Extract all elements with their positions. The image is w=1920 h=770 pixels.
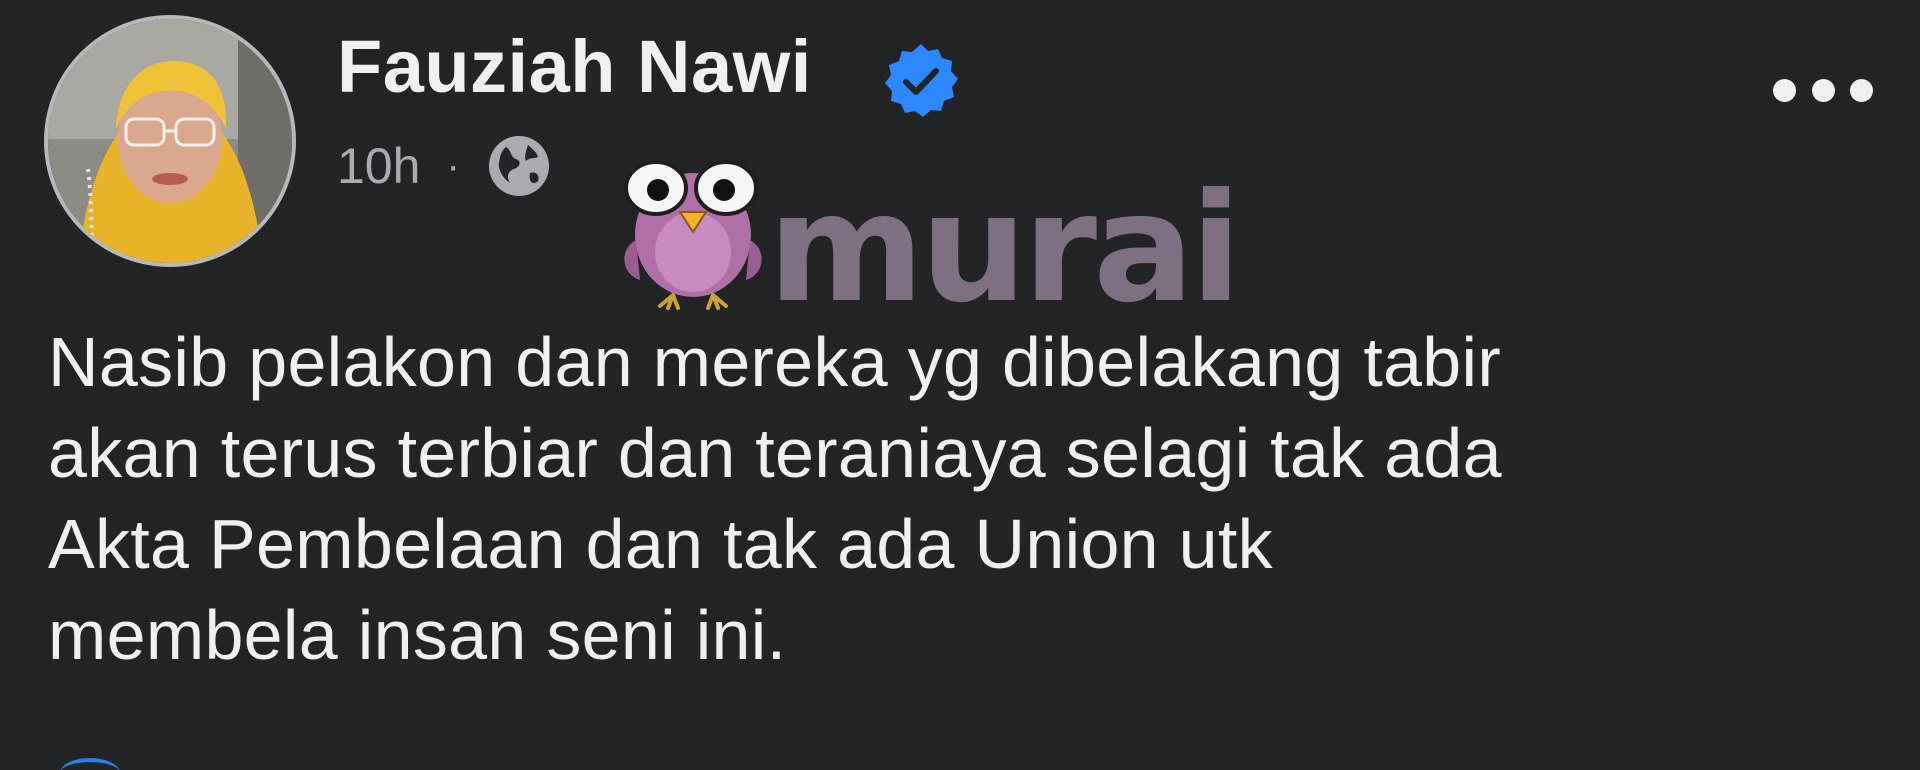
- globe-icon[interactable]: [486, 133, 552, 199]
- murai-watermark: murai: [618, 140, 1278, 315]
- more-dot: [1850, 78, 1873, 102]
- post-text: Nasib pelakon dan mereka yg dibelakang t…: [48, 317, 1868, 681]
- post-text-line: membela insan seni ini.: [48, 596, 787, 674]
- more-options-icon[interactable]: [1773, 70, 1873, 110]
- more-dot: [1773, 78, 1796, 102]
- owl-mascot-icon: [624, 160, 762, 310]
- author-name[interactable]: Fauziah Nawi: [337, 30, 812, 104]
- post-meta: 10h ·: [337, 136, 552, 196]
- author-avatar[interactable]: [44, 15, 296, 267]
- reaction-icon-partial[interactable]: [60, 758, 120, 770]
- post-text-line: akan terus terbiar dan teraniaya selagi …: [48, 414, 1502, 492]
- verified-badge-icon: [882, 42, 960, 120]
- more-dot: [1811, 78, 1835, 102]
- post-text-line: Akta Pembelaan dan tak ada Union utk: [48, 505, 1273, 583]
- watermark-text: murai: [768, 162, 1238, 315]
- meta-separator: ·: [446, 144, 460, 188]
- facebook-post: Fauziah Nawi 10h · murai Nasib pelakon d…: [0, 0, 1920, 770]
- post-timestamp[interactable]: 10h: [337, 141, 420, 191]
- post-text-line: Nasib pelakon dan mereka yg dibelakang t…: [48, 323, 1501, 401]
